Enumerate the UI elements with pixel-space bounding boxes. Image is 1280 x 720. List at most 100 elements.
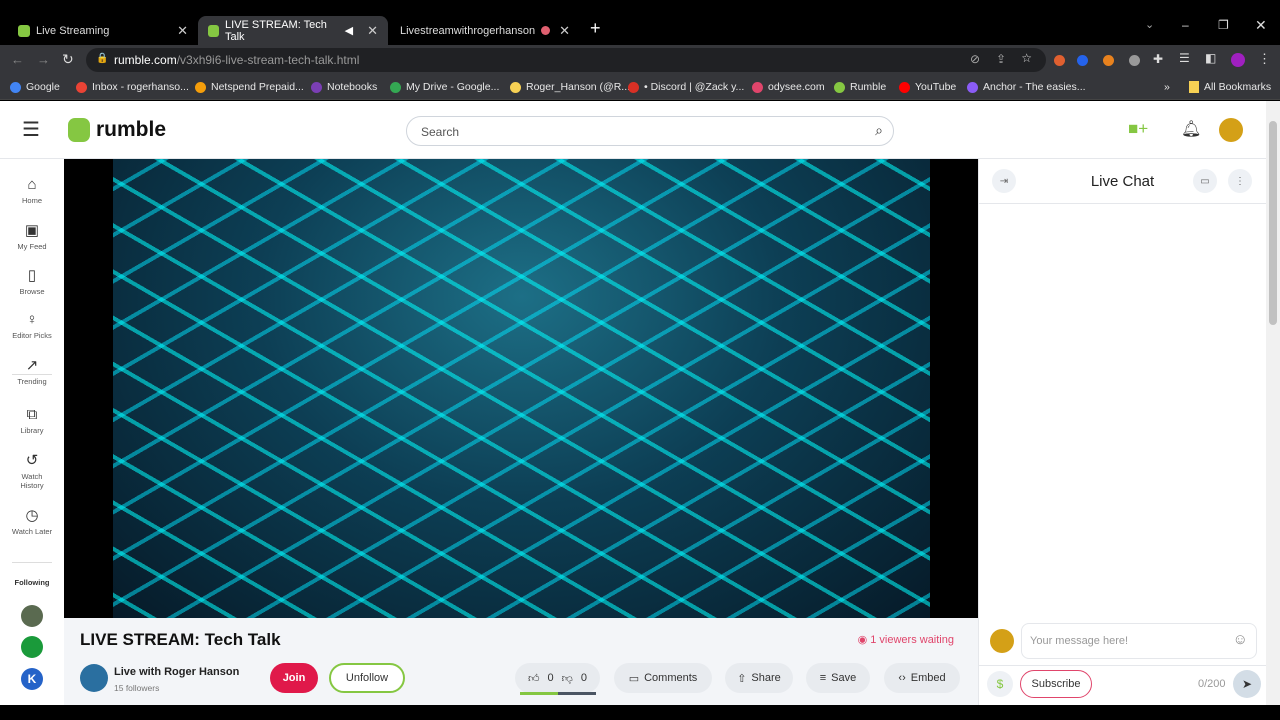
profile-avatar[interactable] [1231,53,1245,67]
embed-label: Embed [910,672,946,684]
bookmark-icon [195,81,206,93]
channel-name[interactable]: Live with Roger Hanson [114,666,239,678]
scrollbar-thumb[interactable] [1269,121,1277,325]
bookmark-item[interactable]: Anchor - The easies... [967,81,1086,93]
sidebar-item-editor-picks[interactable]: ♀ Editor Picks [0,311,64,340]
bookmark-item[interactable]: Inbox - rogerhanso... [76,81,189,93]
sidebar-item-browse[interactable]: ▯ Browse [0,266,64,296]
minimize-icon[interactable]: – [1182,18,1189,32]
bookmark-item[interactable]: Google [10,81,60,93]
menu-icon[interactable]: ⋮ [1258,51,1271,67]
extensions-icon[interactable]: ✚ [1153,52,1163,66]
more-icon[interactable]: ⋮ [1228,169,1252,193]
reading-list-icon[interactable]: ☰ [1179,51,1190,65]
send-icon[interactable]: ➤ [1233,670,1261,698]
popout-icon[interactable]: ▭ [1193,169,1217,193]
extension-icon[interactable] [1054,55,1065,66]
rant-dollar-icon[interactable]: $ [987,671,1013,697]
unfollow-button[interactable]: Unfollow [329,663,405,693]
restore-icon[interactable]: ❐ [1218,18,1229,32]
bookmark-item[interactable]: My Drive - Google... [390,81,499,93]
new-tab-icon[interactable]: + [590,18,601,39]
following-avatar[interactable]: K [21,668,43,690]
sidebar-item-label: Watch Later [11,527,53,536]
share-button[interactable]: ⇧ Share [725,663,793,693]
forward-icon[interactable]: → [37,52,50,67]
join-button[interactable]: Join [270,663,318,693]
rumble-logo[interactable]: rumble [68,118,166,142]
channel-avatar[interactable] [80,664,108,692]
search-input[interactable]: Search ⌕ [406,116,894,146]
sidebar-item-label: Home [21,196,42,205]
bookmark-item[interactable]: • Discord | @Zack y... [628,81,744,93]
close-window-icon[interactable]: ✕ [1255,17,1267,34]
close-tab-icon[interactable]: ✕ [367,23,378,39]
playlist-add-icon: ≡ [819,672,827,684]
bookmark-icon [76,81,87,93]
tab-livestream[interactable]: Livestreamwithrogerhanson ✕ [390,16,580,45]
tab-tech-talk[interactable]: LIVE STREAM: Tech Talk ◀ ✕ [198,16,388,45]
bookmark-label: odysee.com [768,81,825,93]
tab-live-streaming[interactable]: Live Streaming ✕ [8,16,198,45]
following-label: Following [14,578,50,587]
video-player[interactable] [64,159,978,618]
bell-icon[interactable]: 🔔︎ [1181,119,1201,139]
bookmark-item[interactable]: odysee.com [752,81,825,93]
sidebar-item-library[interactable]: ⧉ Library [0,406,64,435]
following-avatar[interactable] [21,605,43,627]
extension-icon[interactable] [1129,55,1140,66]
tab-bar: Live Streaming ✕ LIVE STREAM: Tech Talk ◀ ✕… [0,0,1280,45]
speaker-icon[interactable]: ◀ [345,24,353,37]
following-avatar[interactable] [21,636,43,658]
tab-search-icon[interactable]: ⌄ [1145,18,1154,31]
user-avatar[interactable] [1219,118,1243,142]
extension-icon[interactable] [1077,55,1088,66]
chat-message-input[interactable]: Your message here! ☺ [1021,623,1257,659]
bookmark-item[interactable]: YouTube [899,81,956,93]
save-button[interactable]: ≡ Save [806,663,870,693]
sidebar-item-label: Editor Picks [12,331,52,340]
sidebar-icon: ▣ [24,222,40,239]
bookmark-item[interactable]: Rumble [834,81,886,93]
back-icon[interactable]: ← [11,52,24,67]
url-input[interactable]: 🔒 rumble.com/v3xh9i6-live-stream-tech-tal… [86,48,1046,72]
sidebar-item-watch-later[interactable]: ◷ Watch Later [0,506,64,536]
subscribe-button[interactable]: Subscribe [1020,670,1092,698]
sidebar-item-label: Library [20,426,44,435]
comments-button[interactable]: ▭ Comments [614,663,712,693]
bookmark-icon [834,81,845,93]
sidebar-item-label: My Feed [17,242,47,251]
user-avatar [990,629,1014,653]
reload-icon[interactable]: ↻ [62,51,74,68]
bookmark-item[interactable]: Roger_Hanson (@R... [510,81,630,93]
close-tab-icon[interactable]: ✕ [559,23,570,39]
metamask-icon[interactable] [1103,55,1114,66]
all-bookmarks[interactable]: All Bookmarks [1189,81,1271,93]
sidebar: Following K ⌂ Home ▣ My Feed ▯ Browse ♀ Editor … [0,159,64,705]
share-icon[interactable]: ⇪ [996,52,1006,66]
page-scrollbar[interactable] [1266,101,1280,705]
bookmark-item[interactable]: Netspend Prepaid... [195,81,304,93]
like-bar [520,692,558,695]
sidebar-item-my-feed[interactable]: ▣ My Feed [0,221,64,251]
eye-off-icon[interactable]: ⊘ [970,52,980,66]
close-tab-icon[interactable]: ✕ [177,23,188,39]
search-icon[interactable]: ⌕ [875,122,883,139]
character-counter: 0/200 [1198,678,1226,690]
bookmark-item[interactable]: Notebooks [311,81,377,93]
side-panel-icon[interactable]: ◧ [1205,51,1216,65]
rumble-icon [18,24,30,37]
emoji-icon[interactable]: ☺ [1233,631,1248,648]
embed-button[interactable]: ‹› Embed [884,663,960,693]
bookmark-label: Netspend Prepaid... [211,81,304,93]
bookmark-label: Anchor - The easies... [983,81,1086,93]
sidebar-item-watch-history[interactable]: ↺ Watch History [0,451,64,490]
sidebar-item-trending[interactable]: ↗ Trending [0,356,64,386]
go-live-icon[interactable]: ■+ [1128,119,1148,139]
star-icon[interactable]: ☆ [1021,51,1032,65]
hamburger-menu-icon[interactable]: ☰ [22,117,40,142]
thumbs-up-icon[interactable]: 👍︎ [528,672,540,685]
thumbs-down-icon[interactable]: 👎︎ [562,672,573,685]
sidebar-item-home[interactable]: ⌂ Home [0,176,64,205]
more-bookmarks-icon[interactable]: » [1164,81,1170,93]
